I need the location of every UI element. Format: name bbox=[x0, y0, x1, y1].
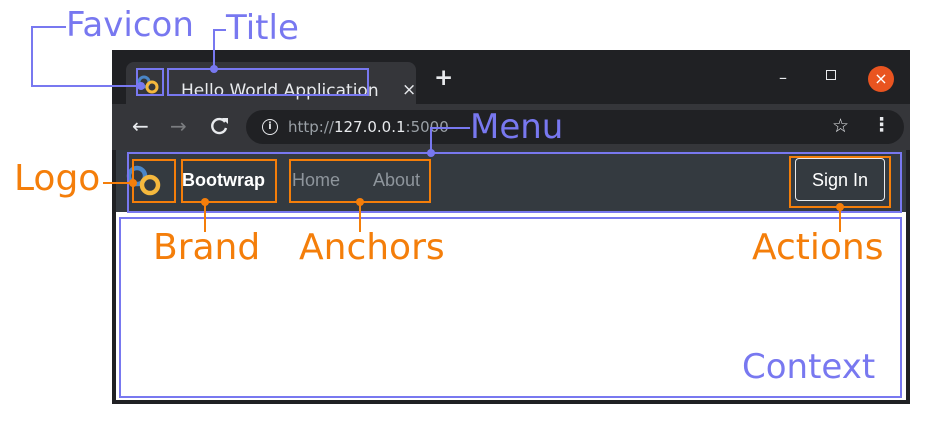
back-arrow-icon[interactable]: ← bbox=[132, 116, 149, 136]
info-icon[interactable]: i bbox=[262, 119, 278, 135]
title-annotation-label: Title bbox=[226, 8, 299, 48]
favicon-annotation-label: Favicon bbox=[66, 5, 194, 45]
nav-link-about[interactable]: About bbox=[373, 170, 420, 191]
star-icon[interactable]: ☆ bbox=[832, 115, 849, 137]
browser-tab[interactable]: Hello World Application × bbox=[126, 62, 416, 104]
brand-link[interactable]: Bootwrap bbox=[182, 170, 265, 191]
url-host: 127.0.0.1 bbox=[333, 118, 406, 136]
site-navbar: Bootwrap Home About Sign In bbox=[116, 150, 906, 212]
brand-annotation-label: Brand bbox=[153, 227, 261, 268]
anchors-annotation-label: Anchors bbox=[299, 227, 445, 268]
tab-strip: Hello World Application × + – × bbox=[112, 50, 910, 104]
nav-link-home[interactable]: Home bbox=[292, 170, 340, 191]
kebab-menu-icon[interactable]: ⋮ bbox=[872, 114, 891, 136]
url-text[interactable]: http://127.0.0.1:5000 bbox=[288, 118, 449, 136]
reload-icon[interactable] bbox=[210, 116, 230, 136]
address-bar[interactable]: i http://127.0.0.1:5000 ☆ ⋮ bbox=[246, 110, 904, 144]
logo-icon[interactable] bbox=[124, 164, 164, 198]
maximize-icon[interactable] bbox=[826, 70, 836, 80]
forward-arrow-icon[interactable]: → bbox=[170, 116, 187, 136]
sign-in-button[interactable]: Sign In bbox=[795, 158, 885, 201]
logo-annotation-label: Logo bbox=[14, 158, 101, 199]
new-tab-plus-icon[interactable]: + bbox=[434, 66, 453, 90]
url-port: :5000 bbox=[405, 118, 449, 136]
tab-title: Hello World Application bbox=[181, 81, 379, 101]
window-close-icon[interactable]: × bbox=[868, 66, 894, 92]
minimize-icon[interactable]: – bbox=[779, 68, 787, 87]
url-scheme: http:// bbox=[288, 118, 334, 136]
favicon-icon bbox=[137, 75, 159, 94]
actions-annotation-label: Actions bbox=[752, 227, 884, 268]
context-annotation-label: Context bbox=[742, 347, 876, 387]
tab-close-icon[interactable]: × bbox=[402, 80, 416, 100]
menu-annotation-label: Menu bbox=[470, 107, 564, 147]
